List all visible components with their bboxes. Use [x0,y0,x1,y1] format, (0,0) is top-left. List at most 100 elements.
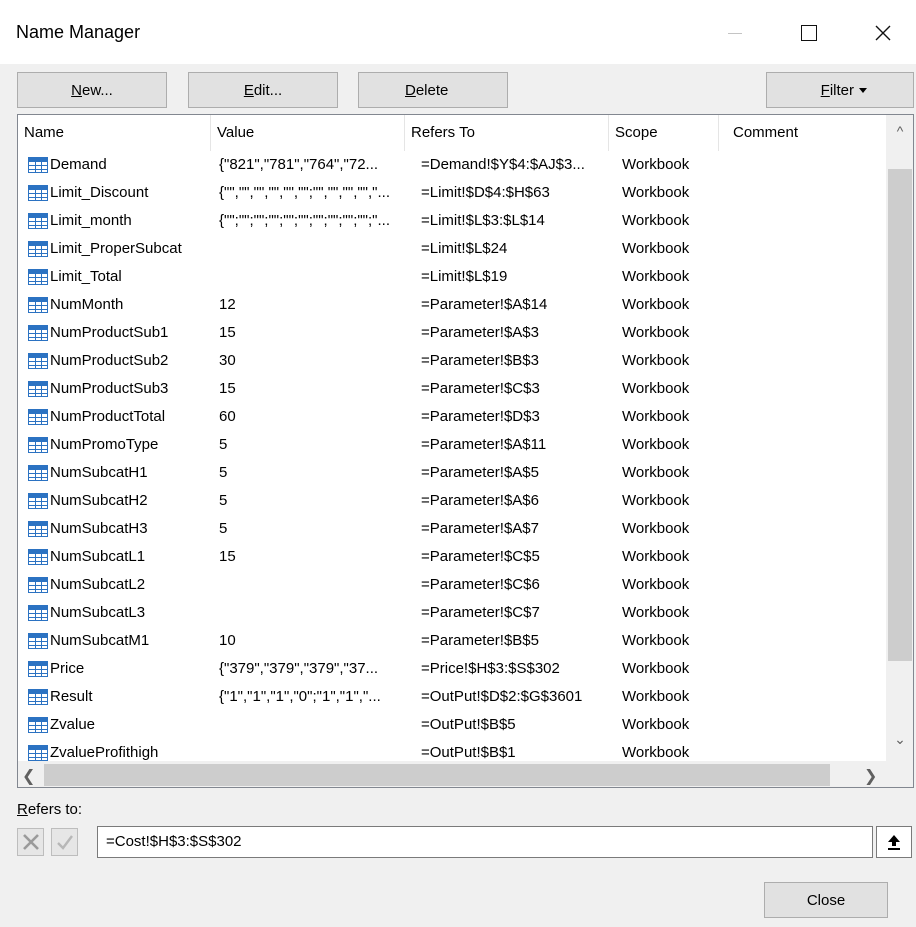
cancel-x-icon [22,834,39,850]
edit-accelerator: E [243,81,254,99]
table-row[interactable]: NumSubcatL1 15 =Parameter!$C$5 Workbook [18,543,886,571]
scroll-down-icon[interactable]: ⌄ [886,731,913,748]
column-header-value[interactable]: Value [211,115,405,151]
table-row[interactable]: Result {"1","1","1","0";"1","1","... =OutP… [18,683,886,711]
row-comment [732,543,882,571]
row-value: {"1","1","1","0";"1","1","... [219,688,381,705]
column-header-refers-to[interactable]: Refers To [405,115,609,151]
row-refers-to: =Parameter!$C$5 [421,548,540,565]
row-name: Demand [50,156,107,173]
row-name: NumMonth [50,296,124,313]
row-refers-to: =Parameter!$B$3 [421,352,539,369]
row-refers-to: =Parameter!$A$14 [421,296,548,313]
row-comment [732,207,882,235]
row-comment [732,179,882,207]
edit-button[interactable]: Edit... [188,72,338,108]
table-row[interactable]: NumProductSub3 15 =Parameter!$C$3 Workbook [18,375,886,403]
names-list[interactable]: Name Value Refers To Scope Comment Deman… [17,114,914,788]
new-label: ew... [81,81,113,99]
maximize-button[interactable] [786,14,832,52]
confirm-edit-button[interactable] [51,828,78,856]
new-button[interactable]: New... [17,72,167,108]
collapse-dialog-button[interactable] [876,826,912,858]
row-name: NumProductSub2 [50,352,169,369]
horizontal-scrollbar[interactable]: ❮ ❯ [18,761,886,787]
table-row[interactable]: NumSubcatL2 =Parameter!$C$6 Workbook [18,571,886,599]
table-row[interactable]: Demand {"821","781","764","72... =Demand!$… [18,151,886,179]
row-comment [732,319,882,347]
row-comment [732,599,882,627]
close-button[interactable]: Close [764,882,888,918]
table-row[interactable]: NumProductSub2 30 =Parameter!$B$3 Workbook [18,347,886,375]
row-refers-to: =Parameter!$A$6 [421,492,539,509]
table-row[interactable]: Limit_month {"";"";"";"";"";"";"";"";"";"… [18,207,886,235]
row-comment [732,403,882,431]
dialog-title: Name Manager [16,22,141,42]
table-row[interactable]: NumSubcatH2 5 =Parameter!$A$6 Workbook [18,487,886,515]
row-value [219,235,413,263]
table-row[interactable]: Limit_ProperSubcat =Limit!$L$24 Workbook [18,235,886,263]
row-refers-to: =Parameter!$C$3 [421,380,540,397]
table-row[interactable]: NumProductSub1 15 =Parameter!$A$3 Workbook [18,319,886,347]
defined-name-table-icon [28,381,48,397]
row-comment [732,151,882,179]
row-scope: Workbook [622,240,690,257]
table-row[interactable]: NumPromoType 5 =Parameter!$A$11 Workbook [18,431,886,459]
list-header: Name Value Refers To Scope Comment [18,115,886,151]
scroll-left-icon[interactable]: ❮ [22,766,35,786]
delete-label: elete [415,81,449,99]
table-row[interactable]: NumSubcatH1 5 =Parameter!$A$5 Workbook [18,459,886,487]
defined-name-table-icon [28,521,48,537]
row-scope: Workbook [622,380,690,397]
row-value: 5 [219,436,228,453]
table-row[interactable]: Limit_Discount {"","","","","","";"","","… [18,179,886,207]
column-header-name[interactable]: Name [18,115,211,151]
row-scope: Workbook [622,576,690,593]
table-row[interactable]: Zvalue =OutPut!$B$5 Workbook [18,711,886,739]
row-value: 15 [219,324,236,341]
row-value: 60 [219,408,236,425]
close-window-button[interactable] [860,14,906,52]
row-name: Zvalue [50,716,96,733]
row-name: NumSubcatH2 [50,492,148,509]
vertical-scroll-thumb[interactable] [888,169,912,661]
row-refers-to: =OutPut!$D$2:$G$3601 [421,688,583,705]
row-comment [732,375,882,403]
row-comment [732,347,882,375]
row-comment [732,291,882,319]
row-scope: Workbook [622,268,690,285]
row-scope: Workbook [622,352,690,369]
row-name: Limit_Total [50,268,122,285]
column-header-comment[interactable]: Comment [719,115,886,151]
row-name: Price [50,660,85,677]
vertical-scrollbar[interactable]: ^ ⌄ [886,115,913,761]
cancel-edit-button[interactable] [17,828,44,856]
minimize-button[interactable] [712,14,758,52]
defined-name-table-icon [28,325,48,341]
dropdown-caret-icon [859,87,867,93]
table-row[interactable]: Price {"379","379","379","37... =Price!$H$… [18,655,886,683]
row-name: NumPromoType [50,436,159,453]
table-row[interactable]: NumProductTotal 60 =Parameter!$D$3 Workbook [18,403,886,431]
table-row[interactable]: NumMonth 12 =Parameter!$A$14 Workbook [18,291,886,319]
scroll-right-icon[interactable]: ❯ [864,766,877,786]
table-row[interactable]: NumSubcatL3 =Parameter!$C$7 Workbook [18,599,886,627]
table-row[interactable]: NumSubcatH3 5 =Parameter!$A$7 Workbook [18,515,886,543]
new-accelerator: N [71,81,82,99]
table-row[interactable]: Limit_Total =Limit!$L$19 Workbook [18,263,886,291]
row-refers-to: =Limit!$D$4:$H$63 [421,184,550,201]
delete-accelerator: D [405,81,416,99]
refers-to-input[interactable]: =Cost!$H$3:$S$302 [97,826,873,858]
row-refers-to: =Parameter!$B$5 [421,632,539,649]
row-scope: Workbook [622,548,690,565]
table-row[interactable]: NumSubcatM1 10 =Parameter!$B$5 Workbook [18,627,886,655]
row-scope: Workbook [622,324,690,341]
row-value [219,599,413,627]
horizontal-scroll-thumb[interactable] [44,764,830,786]
row-scope: Workbook [622,688,690,705]
delete-button[interactable]: Delete [358,72,508,108]
column-header-scope[interactable]: Scope [609,115,719,151]
scroll-up-icon[interactable]: ^ [886,123,913,139]
edit-label: dit... [253,81,283,99]
filter-button[interactable]: Filter [766,72,914,108]
